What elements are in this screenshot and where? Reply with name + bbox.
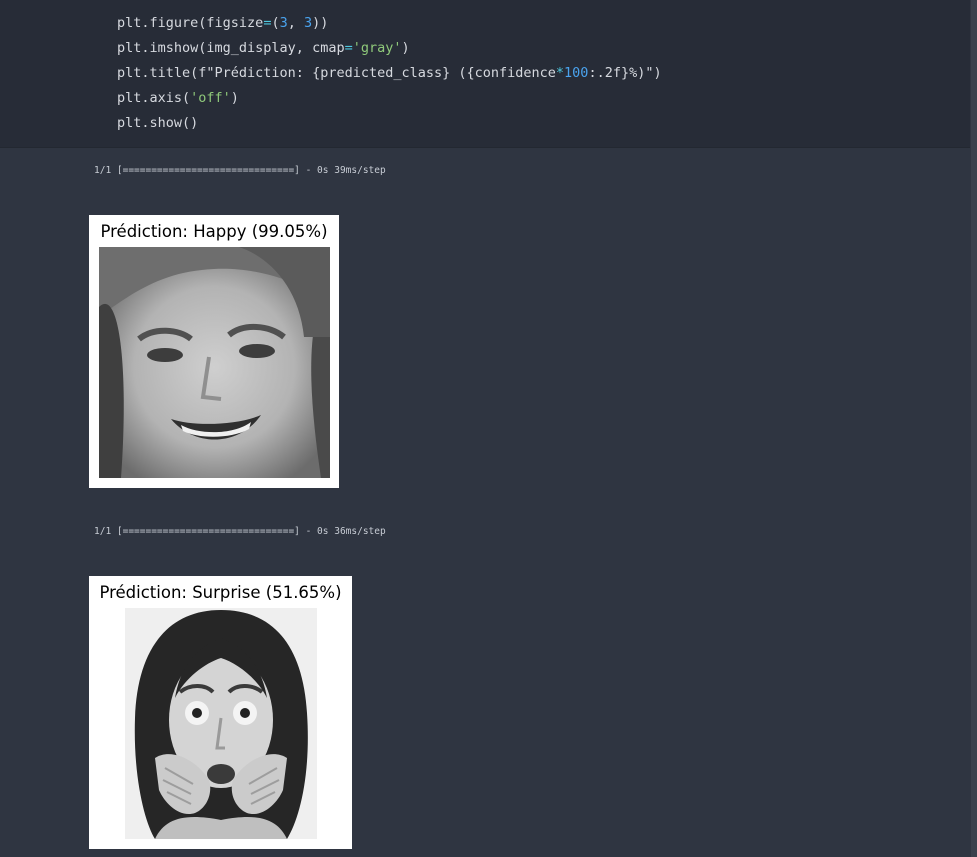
code-token: plt.title(f"Prédiction: {predicted_class… bbox=[117, 65, 556, 81]
code-token: plt.imshow(img_display, cmap bbox=[117, 40, 345, 56]
scrollbar-track[interactable] bbox=[971, 0, 977, 857]
face-image-graphic bbox=[125, 608, 317, 839]
figure-title: Prédiction: Happy (99.05%) bbox=[100, 222, 328, 241]
code-token: , bbox=[287, 15, 304, 31]
code-token: plt.show() bbox=[117, 115, 199, 131]
code-token: )) bbox=[312, 15, 329, 31]
code-cell[interactable]: plt.figure(figsize=(3, 3)) plt.imshow(im… bbox=[0, 0, 970, 148]
code-token: plt.axis( bbox=[117, 90, 191, 106]
code-line: plt.title(f"Prédiction: {predicted_class… bbox=[117, 64, 662, 82]
code-token: * bbox=[555, 65, 565, 81]
code-token: ) bbox=[401, 40, 410, 56]
figure-output: Prédiction: Happy (99.05%) bbox=[89, 215, 339, 488]
code-line: plt.figure(figsize=(3, 3)) bbox=[117, 14, 328, 32]
code-token: = bbox=[344, 40, 353, 56]
code-token: ) bbox=[230, 90, 239, 106]
code-token: 'off' bbox=[190, 90, 231, 106]
face-image bbox=[125, 608, 317, 839]
code-token: plt.figure(figsize bbox=[117, 15, 264, 31]
code-token: 3 bbox=[279, 15, 288, 31]
face-image bbox=[99, 247, 330, 478]
figure-output: Prédiction: Surprise (51.65%) bbox=[89, 576, 352, 849]
progress-output: 1/1 [==============================] - 0… bbox=[94, 165, 386, 176]
code-token: 'gray' bbox=[352, 40, 402, 56]
code-line: plt.show() bbox=[117, 114, 198, 132]
code-line: plt.axis('off') bbox=[117, 89, 239, 107]
code-line: plt.imshow(img_display, cmap='gray') bbox=[117, 39, 410, 57]
figure-title: Prédiction: Surprise (51.65%) bbox=[99, 583, 342, 602]
code-token: 3 bbox=[304, 15, 313, 31]
notebook-page: plt.figure(figsize=(3, 3)) plt.imshow(im… bbox=[0, 0, 977, 857]
code-token: 100 bbox=[564, 65, 589, 81]
progress-output: 1/1 [==============================] - 0… bbox=[94, 526, 386, 537]
code-token: ( bbox=[271, 15, 280, 31]
face-image-graphic bbox=[99, 247, 330, 478]
code-token: :.2f}%)") bbox=[588, 65, 662, 81]
